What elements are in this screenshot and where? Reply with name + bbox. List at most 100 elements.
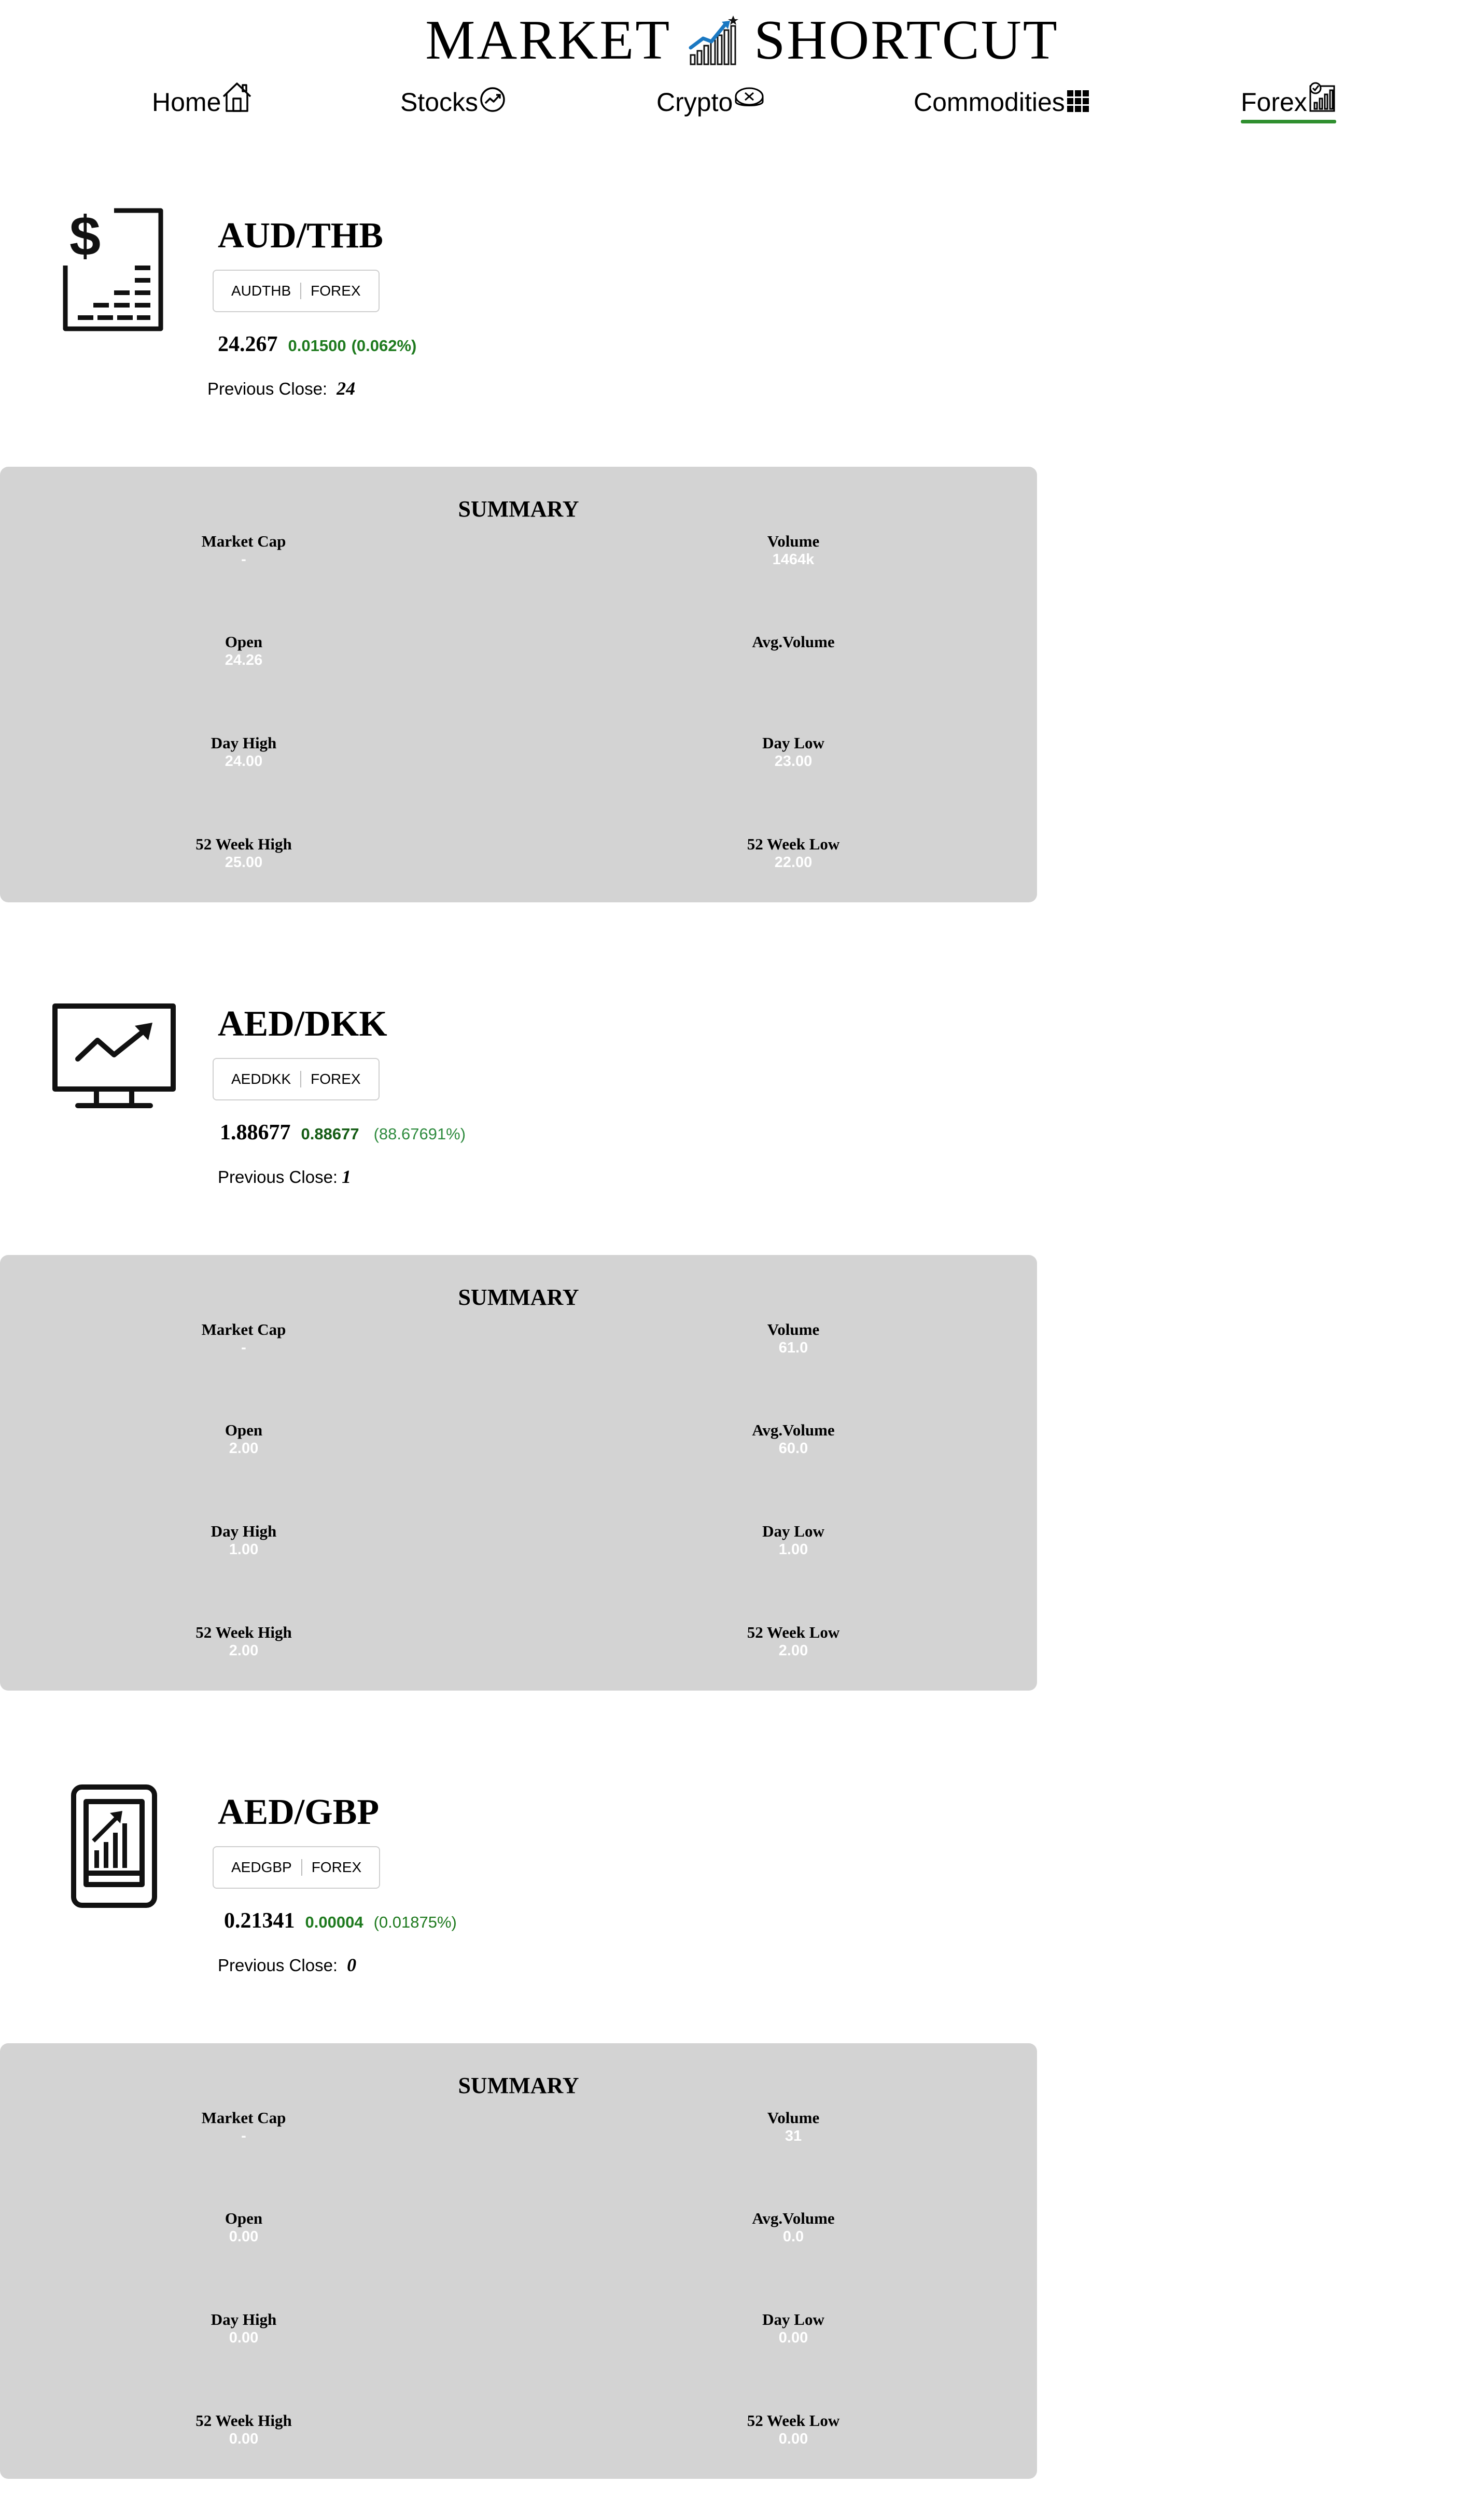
stat-avg-volume: Avg.Volume 0.0 <box>664 2209 923 2245</box>
previous-close-row: Previous Close: 1 <box>218 1166 351 1188</box>
stat-value: - <box>241 2128 246 2144</box>
house-icon <box>223 82 251 112</box>
stat-label: Volume <box>767 2109 820 2127</box>
stat-volume: Volume 1464k <box>664 532 923 568</box>
brand-logo[interactable]: MARKET SHORTCUT <box>0 9 1484 72</box>
nav-forex[interactable]: Forex <box>1241 78 1336 123</box>
stat-label: Day High <box>211 2310 277 2328</box>
stat-volume: Volume 61.0 <box>664 1320 923 1357</box>
stat-label: Avg.Volume <box>752 2209 835 2227</box>
tablet-chart-icon <box>71 1784 158 1911</box>
stat-value: 61.0 <box>778 1340 808 1356</box>
nav-commodities[interactable]: Commodities <box>914 78 1090 119</box>
stat-open: Open 0.00 <box>114 2209 373 2245</box>
stat-value: 23.00 <box>774 753 813 770</box>
stat-value: 1464k <box>772 551 815 568</box>
stat-value: 0.00 <box>229 2228 259 2245</box>
stat-label: 52 Week High <box>195 835 292 853</box>
stat-label: 52 Week High <box>195 2411 292 2430</box>
symbol-code: AEDDKK <box>231 1071 291 1087</box>
stat-market-cap: Market Cap - <box>114 1320 373 1357</box>
stat-value: 2.00 <box>229 1642 259 1659</box>
nav-stocks-label: Stocks <box>400 88 479 117</box>
pair-symbol-tag[interactable]: AEDDKK FOREX <box>213 1058 380 1100</box>
tag-divider <box>300 1071 302 1087</box>
current-price: 24.267 <box>218 332 278 356</box>
stat-value: 60.0 <box>778 1440 808 1457</box>
nav-crypto-label: Crypto <box>656 88 733 117</box>
price-change: 0.88677 <box>301 1125 359 1143</box>
price-change-percent: (0.062%) <box>351 337 417 355</box>
price-row: 24.267 0.01500 (0.062%) <box>218 332 416 357</box>
previous-close-label: Previous Close: <box>218 1167 338 1187</box>
price-change: 0.00004 <box>305 1913 363 1931</box>
stat-value: 1.00 <box>778 1541 808 1558</box>
pair-title: AED/DKK <box>218 1004 387 1044</box>
trend-circle-icon <box>480 87 505 112</box>
stat-value: 2.00 <box>229 1440 259 1457</box>
market-type: FOREX <box>311 1071 361 1087</box>
stat-value: 25.00 <box>225 854 263 871</box>
stat-label: Day Low <box>762 1522 824 1540</box>
symbol-code: AEDGBP <box>231 1859 292 1875</box>
nav-commodities-label: Commodities <box>914 88 1065 117</box>
nav-crypto[interactable]: Crypto <box>656 78 765 119</box>
stat-52-week-high: 52 Week High 0.00 <box>114 2411 373 2448</box>
rising-bar-chart-icon <box>689 16 739 65</box>
stat-52-week-low: 52 Week Low 0.00 <box>664 2411 923 2448</box>
stat-label: Market Cap <box>201 532 286 550</box>
nav-stocks[interactable]: Stocks <box>400 78 506 119</box>
stat-value: 0.00 <box>778 2431 808 2447</box>
previous-close-value: 1 <box>342 1166 352 1187</box>
summary-panel: SUMMARY Market Cap - Volume 1464k Open 2… <box>0 467 1037 902</box>
chart-report-icon <box>1309 82 1335 112</box>
stat-value: 22.00 <box>774 854 813 871</box>
stat-label: Open <box>225 1421 263 1439</box>
summary-panel: SUMMARY Market Cap - Volume 61.0 Open 2.… <box>0 1255 1037 1691</box>
stat-label: Market Cap <box>201 2109 286 2127</box>
pair-symbol-tag[interactable]: AEDGBP FOREX <box>213 1846 381 1889</box>
nav-forex-label: Forex <box>1241 88 1307 117</box>
stat-value: 0.00 <box>229 2329 259 2346</box>
stat-52-week-low: 52 Week Low 2.00 <box>664 1623 923 1659</box>
stat-label: Open <box>225 2209 263 2227</box>
summary-title: SUMMARY <box>458 2073 579 2098</box>
stat-value: - <box>241 551 246 568</box>
stat-avg-volume: Avg.Volume <box>664 633 923 651</box>
coin-icon <box>735 87 764 106</box>
stat-day-low: Day Low 1.00 <box>664 1522 923 1558</box>
price-change: 0.01500 <box>288 337 346 355</box>
stat-label: Day Low <box>762 2310 824 2328</box>
stat-open: Open 24.26 <box>114 633 373 669</box>
previous-close-label: Previous Close: <box>207 379 328 398</box>
stat-value: 0.00 <box>229 2431 259 2447</box>
previous-close-row: Previous Close: 0 <box>218 1954 356 1976</box>
previous-close-value: 24 <box>337 378 356 399</box>
stat-label: Day Low <box>762 734 824 752</box>
stat-label: Avg.Volume <box>752 633 835 651</box>
forex-pair-card: AED/DKK AEDDKK FOREX 1.88677 0.88677 (88… <box>0 1003 1037 1709</box>
stat-market-cap: Market Cap - <box>114 532 373 568</box>
stat-label: 52 Week Low <box>747 1623 840 1641</box>
monitor-trend-icon <box>52 1003 176 1112</box>
stat-day-high: Day High 1.00 <box>114 1522 373 1558</box>
stat-52-week-high: 52 Week High 2.00 <box>114 1623 373 1659</box>
stat-open: Open 2.00 <box>114 1421 373 1457</box>
stat-52-week-low: 52 Week Low 22.00 <box>664 835 923 871</box>
price-row: 1.88677 0.88677 (88.67691%) <box>220 1120 466 1145</box>
stat-value: 24.26 <box>225 652 263 668</box>
forex-pair-card: $ AUD/THB AUDTHB FOREX 24.267 0.01500 (0… <box>0 204 1037 920</box>
previous-close-row: Previous Close: 24 <box>207 378 355 399</box>
stat-label: Avg.Volume <box>752 1421 835 1439</box>
market-type: FOREX <box>311 1859 362 1875</box>
nav-home[interactable]: Home <box>152 78 252 119</box>
summary-panel: SUMMARY Market Cap - Volume 31 Open 0.00… <box>0 2043 1037 2479</box>
stat-label: Open <box>225 633 263 651</box>
stat-value: 2.00 <box>778 1642 808 1659</box>
previous-close-label: Previous Close: <box>218 1956 338 1975</box>
stat-label: Volume <box>767 1320 820 1338</box>
tag-divider <box>300 283 302 299</box>
pair-symbol-tag[interactable]: AUDTHB FOREX <box>213 270 380 312</box>
stat-52-week-high: 52 Week High 25.00 <box>114 835 373 871</box>
brand-text-right: SHORTCUT <box>754 9 1059 71</box>
